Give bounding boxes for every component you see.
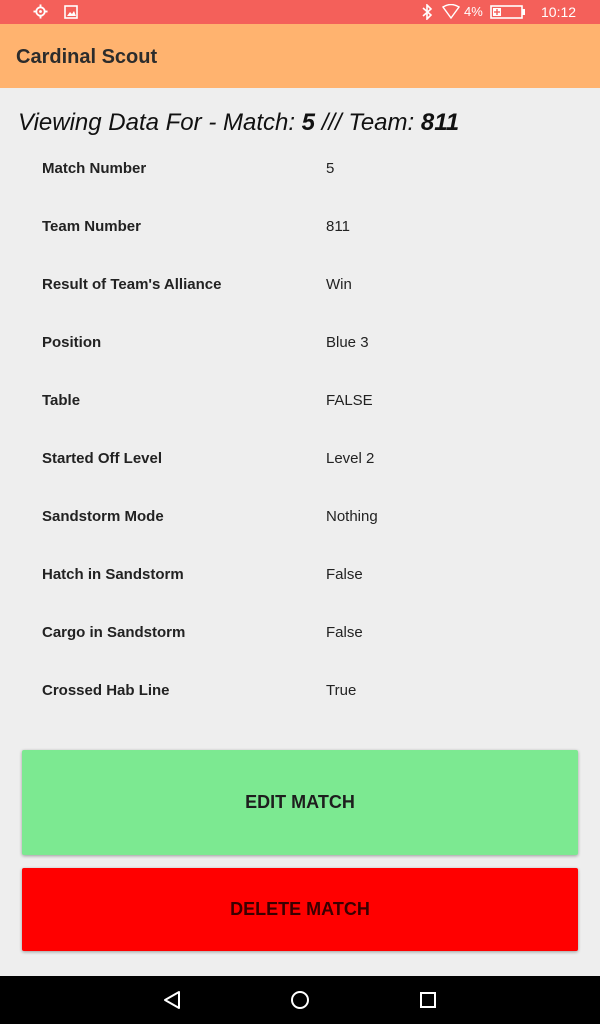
table-row-crossed-hab-line: Crossed Hab Line True: [0, 661, 600, 719]
table-row-started-off-level: Started Off Level Level 2: [0, 429, 600, 487]
table-row-alliance-result: Result of Team's Alliance Win: [0, 255, 600, 313]
row-label: Started Off Level: [42, 450, 163, 467]
row-value: Blue 3: [326, 334, 369, 351]
battery-icon: [490, 5, 526, 22]
heading-separator: /// Team:: [315, 109, 421, 136]
match-data-table: Match Number 5 Team Number 811 Result of…: [0, 139, 600, 719]
row-label: Team Number: [42, 218, 141, 235]
wifi-icon: [441, 3, 461, 22]
row-value: True: [326, 682, 357, 699]
table-row-team-number: Team Number 811: [0, 197, 600, 255]
status-clock: 10:12: [541, 4, 577, 20]
recents-icon[interactable]: [416, 988, 440, 1012]
row-value: Level 2: [326, 450, 375, 467]
edit-match-button[interactable]: EDIT MATCH: [22, 750, 578, 855]
row-value: FALSE: [326, 392, 373, 409]
row-value: False: [326, 566, 363, 583]
heading-prefix: Viewing Data For - Match:: [18, 109, 302, 136]
row-label: Result of Team's Alliance: [42, 276, 222, 293]
page-title: Viewing Data For - Match: 5 /// Team: 81…: [18, 108, 459, 138]
bluetooth-icon: [421, 3, 433, 23]
table-row-sandstorm-mode: Sandstorm Mode Nothing: [0, 487, 600, 545]
row-value: 5: [326, 160, 335, 177]
row-value: 811: [326, 218, 350, 235]
image-icon: [64, 5, 78, 22]
row-label: Match Number: [42, 160, 147, 177]
heading-match-number: 5: [301, 109, 316, 136]
row-value: Nothing: [326, 508, 378, 525]
row-label: Sandstorm Mode: [42, 508, 164, 525]
row-value: Win: [326, 276, 352, 293]
table-row-position: Position Blue 3: [0, 313, 600, 371]
row-label: Crossed Hab Line: [42, 682, 170, 699]
settings-icon: [33, 4, 48, 22]
row-value: False: [326, 624, 363, 641]
row-label: Cargo in Sandstorm: [42, 624, 186, 641]
table-row-cargo-in-sandstorm: Cargo in Sandstorm False: [0, 603, 600, 661]
table-row-table: Table FALSE: [0, 371, 600, 429]
table-row-hatch-in-sandstorm: Hatch in Sandstorm False: [0, 545, 600, 603]
row-label: Table: [42, 392, 81, 409]
battery-percent: 4%: [464, 4, 483, 19]
app-bar: Cardinal Scout: [0, 24, 600, 88]
delete-match-button[interactable]: DELETE MATCH: [22, 868, 578, 951]
home-icon[interactable]: [288, 988, 312, 1012]
app-title: Cardinal Scout: [16, 46, 158, 68]
back-icon[interactable]: [160, 988, 184, 1012]
system-nav-bar: [0, 976, 600, 1024]
heading-team-number: 811: [420, 109, 460, 136]
row-label: Position: [42, 334, 102, 351]
row-label: Hatch in Sandstorm: [42, 566, 184, 583]
status-bar: 4% 10:12: [0, 0, 600, 24]
table-row-match-number: Match Number 5: [0, 139, 600, 197]
